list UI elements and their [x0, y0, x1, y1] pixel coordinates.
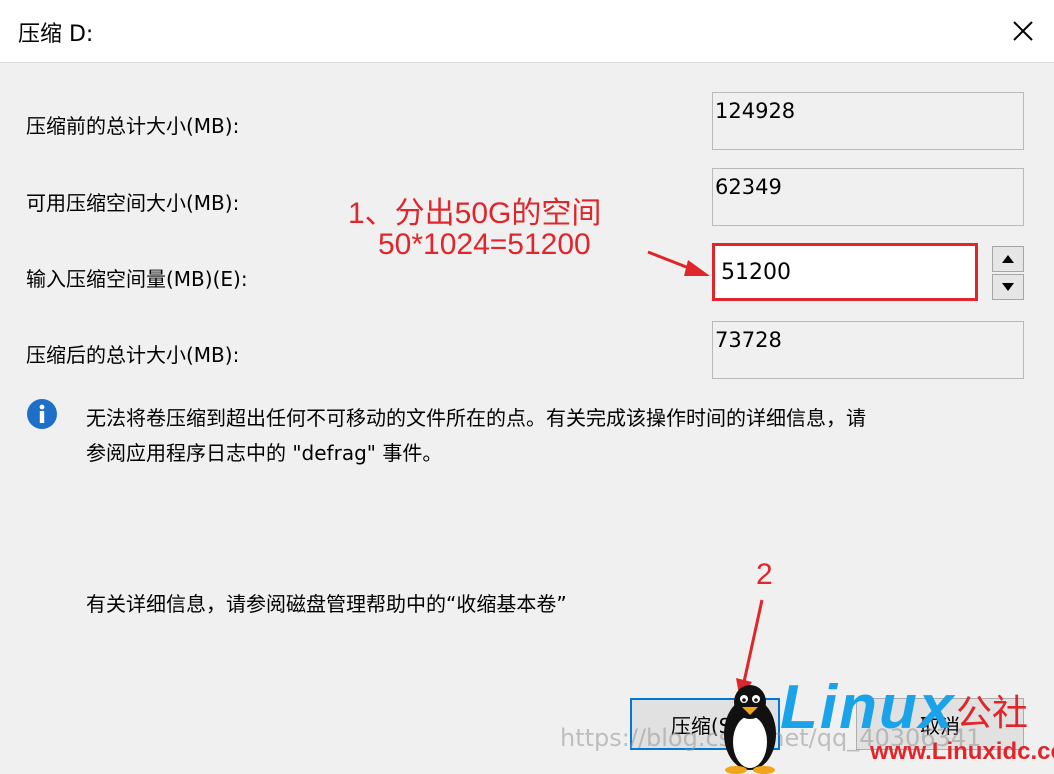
- logo-text: Linux: [780, 673, 956, 742]
- logo-url: www.Linuxidc.com: [870, 738, 1054, 765]
- arrow-to-input-icon: [647, 250, 710, 276]
- penguin-icon: [724, 685, 776, 774]
- annotation-arrows: [647, 250, 764, 700]
- linux-logo: Linux 公社 www.Linuxidc.com: [720, 673, 1054, 774]
- logo-chinese-text: 公社: [956, 693, 1029, 734]
